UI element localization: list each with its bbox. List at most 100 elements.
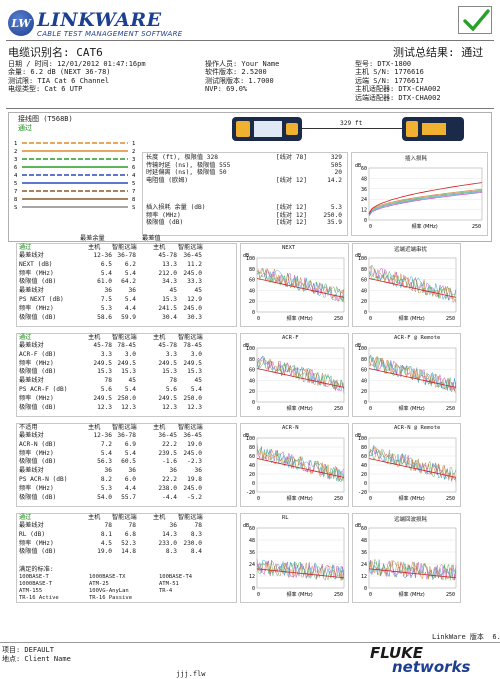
row-value: 230.0 <box>183 539 202 547</box>
compliant-standard: TR-16 Passive <box>89 595 133 601</box>
row-value: 6.5 <box>100 260 112 268</box>
y-tick-label: 20 <box>249 389 255 395</box>
x-axis-label: 频率 (MHz) <box>287 315 313 322</box>
row-value: -1.6 <box>162 458 177 466</box>
x-tick-label: 250 <box>334 406 343 412</box>
row-value: 14.3 <box>162 530 177 538</box>
row-value: 36-45 <box>183 252 202 259</box>
site-label: 地点: Client Name <box>2 655 71 663</box>
row-value: 8.3 <box>190 530 202 538</box>
row-value: 36-78 <box>117 252 136 259</box>
row-value: 45 <box>194 287 202 295</box>
row-label: 频率 (MHz) <box>19 359 54 367</box>
row-value: 12.3 <box>97 403 112 411</box>
x-tick-label: 0 <box>369 224 372 230</box>
row-value: 36-45 <box>183 432 202 439</box>
row-value: 250.0 <box>323 211 342 219</box>
row-pair: [线对 12] <box>276 204 308 211</box>
row-pair: [线对 12] <box>276 219 308 227</box>
y-tick-label: 0 <box>364 586 367 592</box>
linkware-version: LinkWare 版本 6.2 <box>432 633 500 641</box>
cable-line <box>302 128 402 129</box>
row-value: -4.4 <box>162 493 177 501</box>
row-value: 36 <box>128 287 136 295</box>
pass-check-box <box>458 6 492 34</box>
row-value: 60.5 <box>121 458 136 466</box>
column-header: 智能远端 <box>112 424 137 431</box>
row-value: 45 <box>194 377 202 385</box>
compliant-standard: TR-16 Active <box>19 595 59 601</box>
y-tick-label: 60 <box>361 166 367 172</box>
file-name: jjj.flw <box>176 670 206 678</box>
row-value: 8.3 <box>165 548 177 556</box>
row-value: 78 <box>169 377 177 385</box>
row-value: 5.4 <box>124 296 136 303</box>
row-value: 30.3 <box>187 313 202 321</box>
row-value: 249.5 <box>158 394 177 402</box>
x-axis-label: 频率 (MHz) <box>287 495 313 502</box>
row-label: 极限值 (dB) <box>19 313 57 321</box>
wiremap-pin-left: 1 <box>14 141 17 147</box>
y-tick-label: 40 <box>361 378 367 384</box>
il-graph: 60 48 36 24 12 0 dB 0 250 频率 (MHz) <box>355 163 483 230</box>
row-value: 233.0 <box>158 539 177 547</box>
row-value: 249.5 <box>93 359 112 367</box>
row-value: 78 <box>104 522 112 529</box>
x-tick-label: 0 <box>369 316 372 322</box>
x-tick-label: 250 <box>334 316 343 322</box>
row-value: 19.0 <box>97 548 112 556</box>
row-value: 5.3 <box>330 204 342 211</box>
row-value: 12-36 <box>93 252 112 259</box>
y-tick-label: 40 <box>361 463 367 469</box>
row-label: 最差线对 <box>19 377 44 385</box>
compliant-standard: TR-4 <box>159 588 173 594</box>
row-value: 78-45 <box>117 342 136 349</box>
row-value: 45-78 <box>158 342 177 349</box>
row-value: 4.4 <box>124 484 136 492</box>
row-label: 最差线对 <box>19 432 44 439</box>
y-tick-label: 0 <box>364 481 367 487</box>
row-value: 36-45 <box>158 432 177 439</box>
header-left-info: 日期 / 时间: 12/01/2012 01:47:16pm 余量: 6.2 dB… <box>8 60 146 94</box>
header-right-info: 型号: DTX-1800 主机 S/N: 1776616 远端 S/N: 17766… <box>355 60 441 102</box>
y-axis-label: dB <box>243 523 249 529</box>
x-axis-label: 频率 (MHz) <box>287 405 313 412</box>
row-value: 245.0 <box>183 484 202 492</box>
row-value: 5.4 <box>190 386 202 393</box>
column-header: 主机 <box>88 424 101 431</box>
column-header: 主机 <box>88 514 101 521</box>
y-tick-label: 12 <box>249 574 255 580</box>
row-value: 34.3 <box>162 278 177 286</box>
measurement-graph: 100806040200-20dB0 250频率 (MHz) <box>243 433 345 502</box>
wiremap-pin-right: 3 <box>132 157 135 163</box>
y-tick-label: 80 <box>361 357 367 363</box>
row-value: 54.0 <box>97 493 112 501</box>
row-value: 36-78 <box>117 432 136 439</box>
column-header: 主机 <box>153 244 166 251</box>
y-tick-label: 0 <box>252 586 255 592</box>
row-value: 61.0 <box>97 278 112 286</box>
linkware-logo-text: LINKWARE <box>37 9 162 31</box>
row-label: 长度 (ft), 极限值 328 <box>146 154 218 161</box>
y-tick-label: 20 <box>361 299 367 305</box>
wiremap-pin-left: 6 <box>14 165 17 171</box>
y-tick-label: 60 <box>249 454 255 460</box>
y-tick-label: 20 <box>361 389 367 395</box>
column-header: 主机 <box>153 424 166 431</box>
row-label: 电阻值 (欧姆) <box>146 176 189 184</box>
row-label: 频率 (MHz) <box>19 304 54 312</box>
wiremap-pin-right: 1 <box>132 141 135 147</box>
row-value: 249.5 <box>158 359 177 367</box>
y-tick-label: 20 <box>249 299 255 305</box>
column-header: 主机 <box>153 514 166 521</box>
y-tick-label: 40 <box>249 378 255 384</box>
header-info-line: 主机 S/N: 1776616 <box>355 68 424 77</box>
measurement-graph: 100806040200dB0 250频率 (MHz) <box>243 343 345 412</box>
y-tick-label: -20 <box>246 490 255 496</box>
row-value: -5.2 <box>187 493 202 501</box>
row-pair: [线对 78] <box>276 154 308 161</box>
row-value: 239.5 <box>158 449 177 457</box>
row-value: 33.3 <box>187 278 202 286</box>
header-info-line: 测试限: TIA Cat 6 Channel <box>8 76 110 85</box>
row-label: 插入损耗 余量 (dB) <box>146 204 206 211</box>
